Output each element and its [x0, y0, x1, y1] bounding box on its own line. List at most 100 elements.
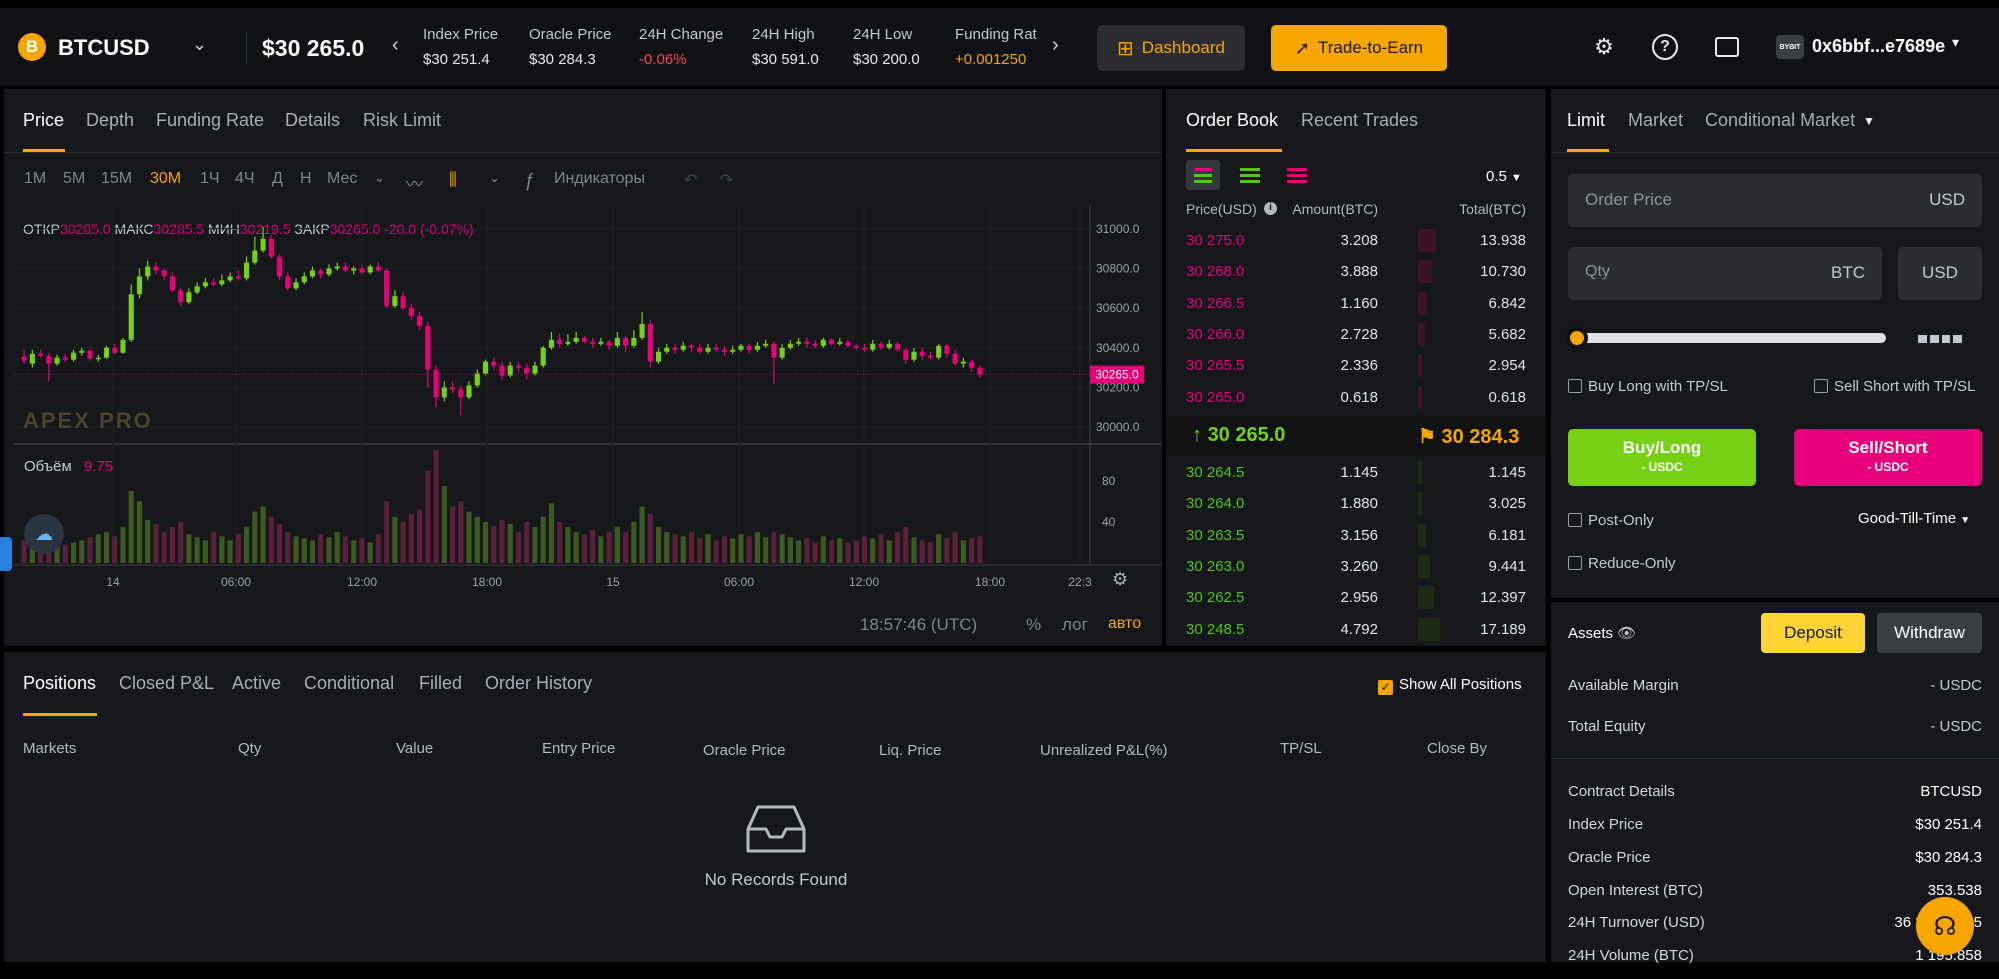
candle [804, 341, 810, 344]
candle [532, 365, 538, 374]
eye-icon[interactable]: 👁 [1617, 625, 1636, 642]
qty-input[interactable]: Qty BTC [1568, 247, 1882, 300]
candle [367, 266, 373, 273]
candle [29, 353, 35, 364]
tab-market[interactable]: Market [1628, 110, 1683, 131]
ask-row[interactable]: 30 266.0 2.728 5.682 [1186, 319, 1526, 350]
candle [359, 268, 365, 273]
candle [919, 351, 925, 356]
book-view-both-icon[interactable] [1186, 160, 1220, 190]
y-tick-label: 30800.0 [1096, 261, 1140, 275]
qty-slider-handle[interactable] [1566, 327, 1588, 349]
chevron-down-icon[interactable]: ▼ [1863, 114, 1875, 128]
ask-row[interactable]: 30 265.0 0.618 0.618 [1186, 382, 1526, 413]
chevron-right-icon[interactable]: › [1052, 34, 1059, 57]
volume-bar [351, 540, 357, 563]
tab-risk-limit[interactable]: Risk Limit [363, 110, 441, 131]
qty-slider-track[interactable] [1568, 333, 1886, 343]
tab-order-book[interactable]: Order Book [1186, 110, 1278, 131]
book-view-bids-icon[interactable] [1240, 168, 1260, 184]
bid-row[interactable]: 30 263.5 3.156 6.181 [1186, 520, 1526, 551]
tab-positions[interactable]: Positions [23, 673, 96, 694]
tab-limit[interactable]: Limit [1567, 110, 1605, 131]
volume-bar [235, 534, 241, 563]
buy-long-button[interactable]: Buy/Long - USDC [1568, 429, 1756, 486]
tab-filled[interactable]: Filled [419, 673, 462, 694]
tab-order-history[interactable]: Order History [485, 673, 592, 694]
volume-bar [763, 537, 769, 563]
volume-bar [400, 521, 406, 563]
info-icon[interactable]: i [1264, 202, 1277, 215]
price-chart[interactable]: 31000.030800.030600.030400.030200.030000… [4, 160, 1162, 600]
bid-row[interactable]: 30 248.5 4.792 17.189 [1186, 614, 1526, 645]
tab-closed-pnl[interactable]: Closed P&L [119, 673, 214, 694]
bid-total: 12.397 [1480, 589, 1526, 607]
deposit-button[interactable]: Deposit [1761, 613, 1865, 653]
withdraw-button[interactable]: Withdraw [1877, 613, 1982, 653]
empty-state-text: No Records Found [704, 870, 848, 889]
wallet-dropdown-icon[interactable]: ▾ [1952, 34, 1959, 51]
tab-active[interactable]: Active [232, 673, 281, 694]
tab-details[interactable]: Details [285, 110, 340, 131]
checkbox-icon [1814, 379, 1828, 393]
bid-row[interactable]: 30 262.5 2.956 12.397 [1186, 582, 1526, 613]
gear-icon[interactable]: ⚙ [1589, 32, 1619, 62]
book-view-asks-icon[interactable] [1287, 168, 1307, 184]
bid-total: 6.181 [1488, 526, 1526, 544]
bid-row[interactable]: 30 264.0 1.880 3.025 [1186, 488, 1526, 519]
ask-row[interactable]: 30 266.5 1.160 6.842 [1186, 288, 1526, 319]
support-chat-icon[interactable]: ☊ [1916, 897, 1974, 955]
tab-conditional[interactable]: Conditional [304, 673, 394, 694]
bid-price: 30 248.5 [1186, 620, 1245, 638]
volume-bar [194, 537, 200, 563]
volume-bar [384, 501, 390, 563]
reduce-only-checkbox[interactable]: Reduce-Only [1568, 555, 1676, 572]
y-tick-label: 31000.0 [1096, 222, 1140, 236]
trade-to-earn-button[interactable]: ➚ Trade-to-Earn [1271, 25, 1447, 71]
volume-bar [960, 540, 966, 563]
volume-legend: Объём 9.75 [24, 458, 114, 475]
chart-settings-icon[interactable]: ⚙ [1112, 569, 1128, 590]
ask-row[interactable]: 30 268.0 3.888 10.730 [1186, 256, 1526, 287]
dashboard-button[interactable]: ⊞ Dashboard [1097, 25, 1245, 71]
message-icon[interactable] [1712, 32, 1742, 62]
precision-select[interactable]: 0.5 ▼ [1486, 168, 1522, 185]
order-price-input[interactable]: Order Price USD [1568, 174, 1982, 227]
candle [375, 266, 381, 271]
ask-row[interactable]: 30 265.5 2.336 2.954 [1186, 350, 1526, 381]
tab-depth[interactable]: Depth [86, 110, 134, 131]
tab-recent-trades[interactable]: Recent Trades [1301, 110, 1418, 131]
chevron-left-icon[interactable]: ‹ [392, 34, 399, 57]
bid-row[interactable]: 30 264.5 1.145 1.145 [1186, 457, 1526, 488]
qty-unit-usd-toggle[interactable]: USD [1898, 247, 1982, 300]
wallet-address[interactable]: 0x6bbf...e7689e [1812, 36, 1945, 57]
candle [79, 350, 85, 353]
x-tick-label: 15 [606, 575, 620, 589]
help-icon[interactable]: ? [1650, 32, 1680, 62]
volume-bar [293, 536, 299, 563]
candle [87, 350, 93, 359]
tab-conditional-market[interactable]: Conditional Market [1705, 110, 1855, 131]
percent-toggle[interactable]: % [1026, 615, 1041, 635]
show-all-positions-checkbox[interactable]: ✓ Show All Positions [1378, 676, 1522, 695]
tab-funding-rate[interactable]: Funding Rate [156, 110, 264, 131]
volume-bar [837, 538, 843, 563]
log-toggle[interactable]: лог [1062, 615, 1088, 635]
sell-short-button[interactable]: Sell/Short - USDC [1794, 429, 1982, 486]
candle [194, 286, 200, 293]
volume-bar [441, 485, 447, 563]
sell-tpsl-checkbox[interactable]: Sell Short with TP/SL [1814, 378, 1975, 395]
side-handle[interactable] [0, 537, 12, 571]
ask-row[interactable]: 30 275.0 3.208 13.938 [1186, 225, 1526, 256]
stat-oracle-price: Oracle Price $30 284.3 [529, 26, 612, 68]
bid-row[interactable]: 30 263.0 3.260 9.441 [1186, 551, 1526, 582]
buy-tpsl-checkbox[interactable]: Buy Long with TP/SL [1568, 378, 1728, 395]
chevron-down-icon[interactable]: ⌄ [192, 34, 207, 55]
time-in-force-select[interactable]: Good-Till-Time ▼ [1858, 510, 1970, 527]
candle [581, 337, 587, 342]
symbol-selector[interactable]: BTCUSD [58, 35, 150, 61]
volume-bar [375, 534, 381, 563]
auto-toggle[interactable]: авто [1108, 615, 1141, 633]
tab-price[interactable]: Price [23, 110, 64, 131]
post-only-checkbox[interactable]: Post-Only [1568, 512, 1654, 529]
